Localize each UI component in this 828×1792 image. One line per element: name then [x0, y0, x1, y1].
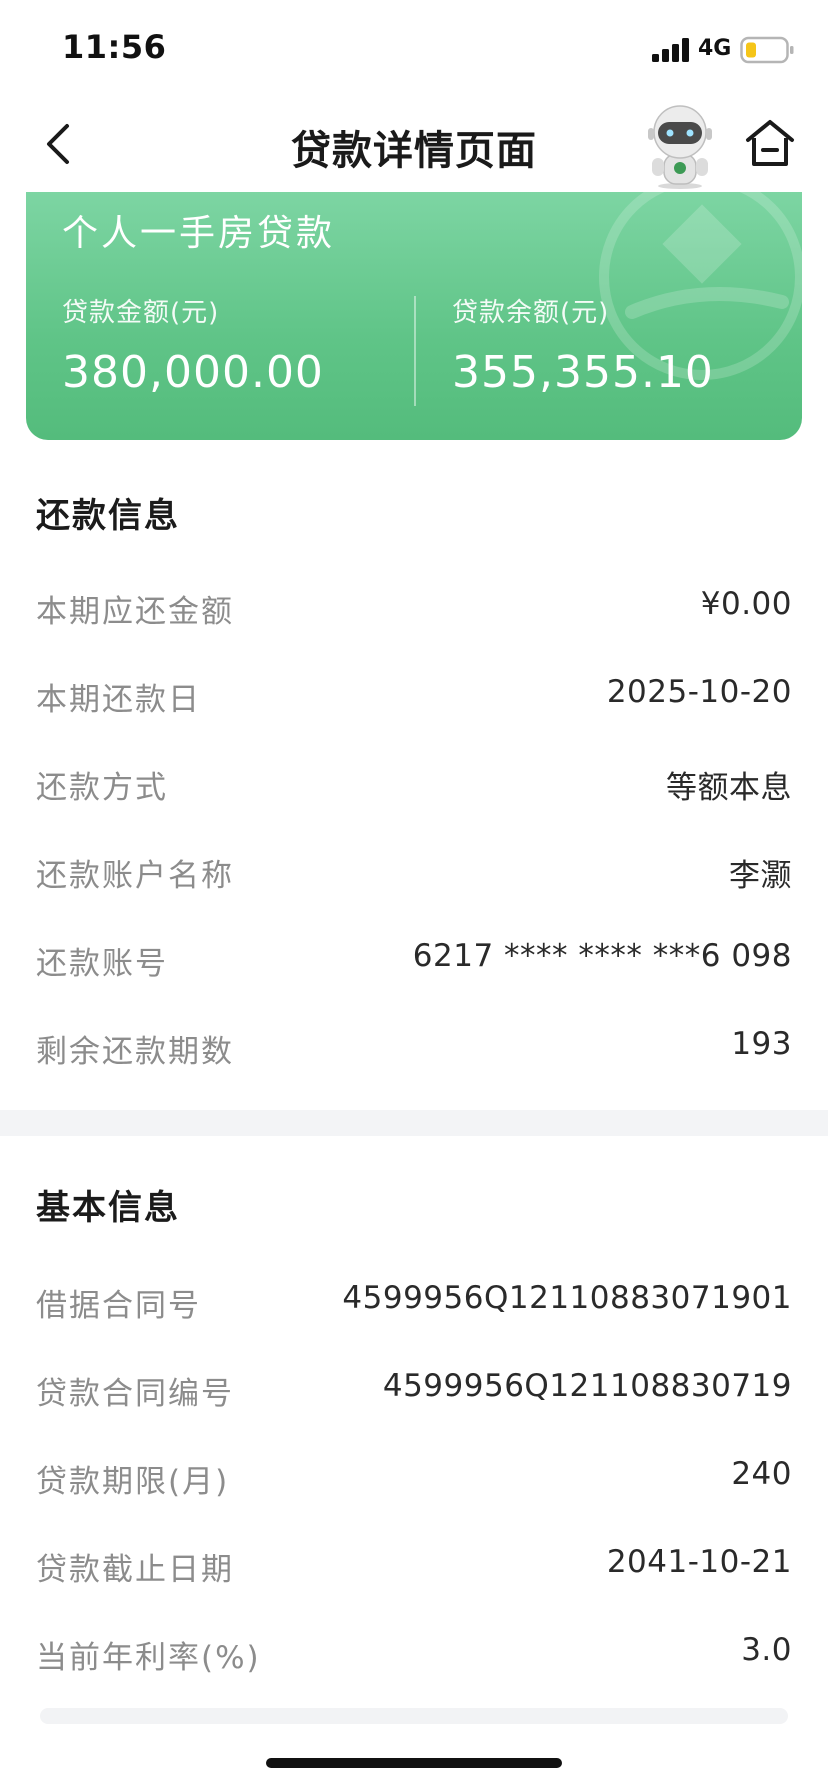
info-value: ¥0.00	[700, 586, 792, 622]
network-label: 4G	[698, 36, 732, 61]
info-value: 4599956Q12110883071901	[342, 1280, 792, 1316]
loan-amount-block: 贷款金额(元) 380,000.00	[62, 292, 324, 398]
info-value: 2041-10-21	[606, 1544, 792, 1580]
info-row: 本期应还金额 ¥0.00	[0, 564, 828, 652]
status-bar: 11:56 4G	[0, 0, 828, 96]
info-value: 4599956Q121108830719	[382, 1368, 792, 1404]
info-value: 3.0	[741, 1632, 792, 1668]
basic-info-title: 基本信息	[36, 1188, 180, 1228]
nav-bar: 贷款详情页面	[0, 96, 828, 192]
card-divider	[414, 296, 416, 406]
loan-amount-value: 380,000.00	[62, 347, 324, 398]
info-value: 193	[731, 1026, 792, 1062]
repayment-info-title: 还款信息	[36, 496, 180, 536]
info-label: 借据合同号	[36, 1288, 201, 1324]
info-row: 还款方式 等额本息	[0, 740, 828, 828]
battery-icon	[740, 36, 794, 64]
info-label: 贷款期限(月)	[36, 1464, 230, 1500]
home-indicator[interactable]	[266, 1758, 562, 1768]
info-value: 240	[731, 1456, 792, 1492]
info-label: 剩余还款期数	[36, 1034, 234, 1070]
loan-balance-value: 355,355.10	[452, 347, 714, 398]
loan-summary-card: 个人一手房贷款 贷款金额(元) 380,000.00 贷款余额(元) 355,3…	[26, 192, 802, 440]
info-label: 还款方式	[36, 770, 168, 806]
bottom-card-edge	[40, 1708, 788, 1724]
info-row: 本期还款日 2025-10-20	[0, 652, 828, 740]
loan-amount-label: 贷款金额(元)	[62, 298, 220, 328]
info-label: 贷款截止日期	[36, 1552, 234, 1588]
info-label: 本期应还金额	[36, 594, 234, 630]
info-label: 本期还款日	[36, 682, 201, 718]
info-label: 还款账户名称	[36, 858, 234, 894]
info-label: 还款账号	[36, 946, 168, 982]
loan-detail-page: 11:56 4G 贷款详情页面 个人一手房贷款 贷款金额(元) 380,000.…	[0, 0, 828, 1792]
info-row: 当前年利率(%) 3.0	[0, 1610, 828, 1698]
robot-assistant-icon[interactable]	[638, 102, 722, 190]
home-icon[interactable]	[742, 116, 798, 172]
loan-type: 个人一手房贷款	[62, 213, 336, 254]
info-label: 当前年利率(%)	[36, 1640, 261, 1676]
info-row: 借据合同号 4599956Q12110883071901	[0, 1258, 828, 1346]
section-divider	[0, 1110, 828, 1136]
loan-balance-label: 贷款余额(元)	[452, 298, 610, 328]
loan-balance-block: 贷款余额(元) 355,355.10	[452, 292, 714, 398]
info-row: 贷款合同编号 4599956Q121108830719	[0, 1346, 828, 1434]
signal-icon	[652, 38, 689, 62]
repayment-info-section: 还款信息 本期应还金额 ¥0.00 本期还款日 2025-10-20 还款方式 …	[0, 470, 828, 1110]
info-value: 6217 **** **** ***6 098	[412, 938, 792, 974]
info-row: 贷款期限(月) 240	[0, 1434, 828, 1522]
info-value: 等额本息	[666, 770, 792, 806]
info-label: 贷款合同编号	[36, 1376, 234, 1412]
basic-info-section: 基本信息 借据合同号 4599956Q12110883071901 贷款合同编号…	[0, 1136, 828, 1696]
info-row: 贷款截止日期 2041-10-21	[0, 1522, 828, 1610]
status-time: 11:56	[62, 28, 167, 66]
info-value: 2025-10-20	[606, 674, 792, 710]
info-row: 还款账户名称 李灏	[0, 828, 828, 916]
info-row: 剩余还款期数 193	[0, 1004, 828, 1092]
info-row: 还款账号 6217 **** **** ***6 098	[0, 916, 828, 1004]
info-value: 李灏	[729, 858, 792, 894]
